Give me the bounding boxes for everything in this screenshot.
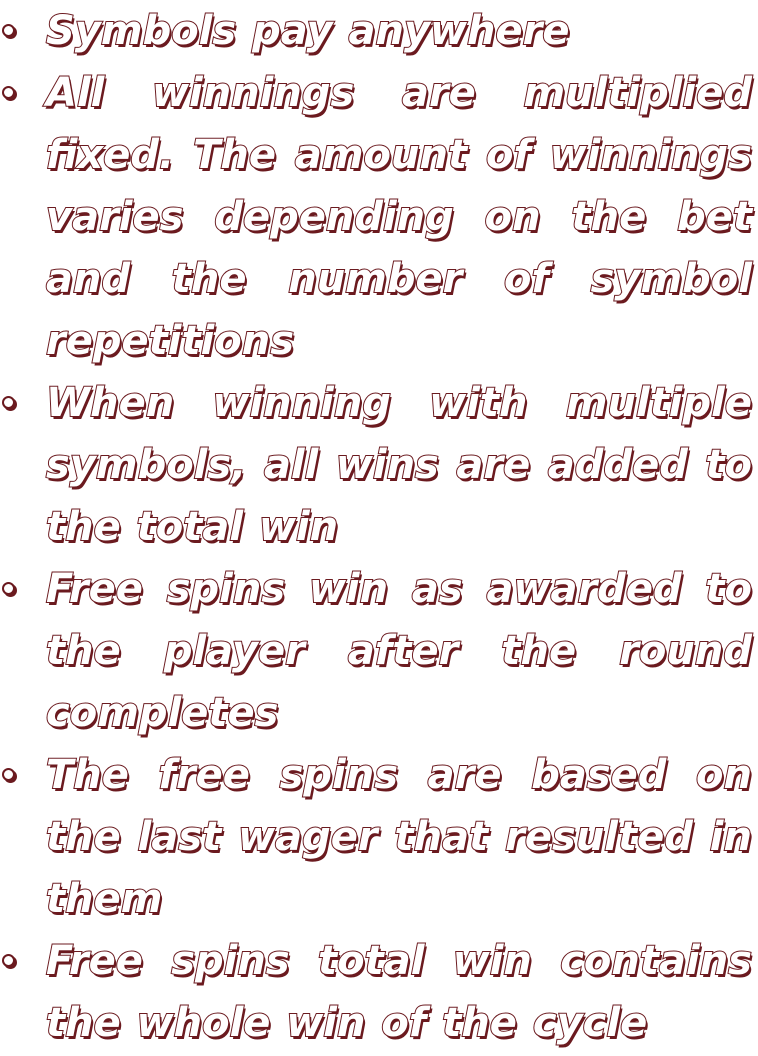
rule-item: Free spins win as awarded to the player … — [0, 558, 753, 744]
rules-list: Symbols pay anywhere All winnings are mu… — [0, 0, 753, 1054]
bullet-icon — [2, 24, 15, 37]
rule-item: When winning with multiple symbols, all … — [0, 372, 753, 558]
rule-text: The free spins are based on the last wag… — [45, 751, 753, 923]
rule-text: Free spins total win contains the whole … — [45, 937, 753, 1047]
bullet-icon — [2, 582, 15, 595]
bullet-icon — [2, 396, 15, 409]
rule-text: When winning with multiple symbols, all … — [45, 379, 753, 551]
bullet-icon — [2, 86, 15, 99]
rule-item: Symbols pay anywhere — [0, 0, 752, 62]
bullet-icon — [2, 954, 15, 967]
rule-item: The free spins are based on the last wag… — [0, 744, 753, 930]
rule-text: All winnings are multiplied fixed. The a… — [45, 69, 753, 365]
rule-text: Symbols pay anywhere — [45, 7, 570, 55]
game-rules-panel: Symbols pay anywhere All winnings are mu… — [0, 0, 758, 1056]
rule-item: Free spins total win contains the whole … — [0, 930, 753, 1054]
rule-text: Free spins win as awarded to the player … — [45, 565, 753, 737]
bullet-icon — [2, 768, 15, 781]
rule-item: All winnings are multiplied fixed. The a… — [0, 62, 753, 372]
